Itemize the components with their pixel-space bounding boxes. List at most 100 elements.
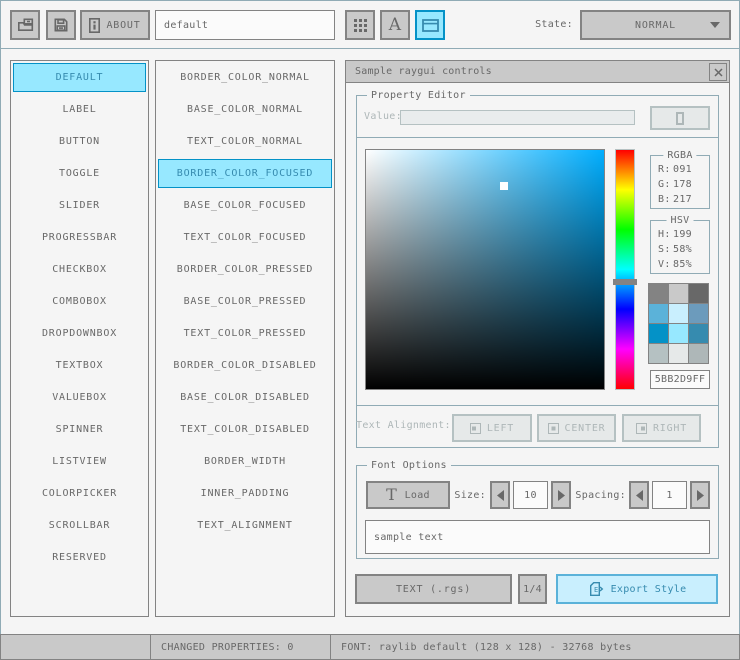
control-item-toggle[interactable]: TOGGLE — [13, 159, 146, 188]
status-changed-properties: CHANGED PROPERTIES: 0 — [151, 635, 331, 659]
state-dropdown[interactable]: NORMAL — [580, 10, 731, 40]
hue-slider[interactable] — [615, 149, 635, 390]
property-item-base_color_disabled[interactable]: BASE_COLOR_DISABLED — [158, 383, 332, 412]
property-item-text_alignment[interactable]: TEXT_ALIGNMENT — [158, 511, 332, 540]
hsv-title: HSV — [666, 214, 694, 227]
font-spacing-decrease-button[interactable] — [629, 481, 649, 509]
font-t-icon: T — [386, 485, 398, 504]
sample-text-input[interactable]: sample text — [365, 520, 710, 554]
style-color-cell-10 — [669, 344, 688, 363]
style-name-value: default — [164, 19, 209, 31]
property-item-text_color_focused[interactable]: TEXT_COLOR_FOCUSED — [158, 223, 332, 252]
control-item-combobox[interactable]: COMBOBOX — [13, 287, 146, 316]
control-item-colorpicker[interactable]: COLORPICKER — [13, 479, 146, 508]
rgba-r-row: R: 091 — [658, 164, 692, 175]
control-item-checkbox[interactable]: CHECKBOX — [13, 255, 146, 284]
folder-open-icon — [17, 17, 34, 33]
align-right-icon — [635, 422, 647, 434]
align-center-button[interactable]: CENTER — [537, 414, 616, 442]
property-item-border_color_disabled[interactable]: BORDER_COLOR_DISABLED — [158, 351, 332, 380]
value-input[interactable] — [400, 110, 635, 125]
sample-text-value: sample text — [374, 531, 444, 543]
sample-window-titlebar[interactable]: Sample raygui controls — [346, 61, 729, 83]
changed-properties-text: CHANGED PROPERTIES: 0 — [161, 641, 294, 653]
control-item-button[interactable]: BUTTON — [13, 127, 146, 156]
align-right-label: RIGHT — [652, 422, 688, 434]
rgba-groupbox: RGBA R: 091 G: 178 B: 217 — [650, 149, 710, 209]
font-spacing-value-text: 1 — [666, 489, 673, 501]
style-color-cell-7 — [669, 324, 688, 343]
align-left-icon — [469, 422, 481, 434]
property-item-border_color_pressed[interactable]: BORDER_COLOR_PRESSED — [158, 255, 332, 284]
style-color-cell-2 — [689, 284, 708, 303]
property-item-border_color_normal[interactable]: BORDER_COLOR_NORMAL — [158, 63, 332, 92]
export-style-button[interactable]: E Export Style — [556, 574, 718, 604]
property-item-base_color_normal[interactable]: BASE_COLOR_NORMAL — [158, 95, 332, 124]
toolbar-separator — [0, 48, 740, 49]
control-item-default[interactable]: DEFAULT — [13, 63, 146, 92]
style-name-input[interactable]: default — [155, 10, 335, 40]
hsv-s-row: S: 58% — [658, 244, 692, 255]
grid-mode-button[interactable] — [345, 10, 375, 40]
value-zero-button[interactable] — [650, 106, 710, 130]
font-size-label: Size: — [454, 490, 486, 501]
export-style-label: Export Style — [610, 583, 687, 595]
close-icon — [713, 67, 724, 78]
font-spacing-value[interactable]: 1 — [652, 481, 687, 509]
control-item-valuebox[interactable]: VALUEBOX — [13, 383, 146, 412]
style-color-cell-11 — [689, 344, 708, 363]
control-item-scrollbar[interactable]: SCROLLBAR — [13, 511, 146, 540]
about-button-label: ABOUT — [106, 19, 141, 31]
close-window-button[interactable] — [709, 63, 727, 81]
property-item-base_color_focused[interactable]: BASE_COLOR_FOCUSED — [158, 191, 332, 220]
format-pager-label: 1/4 — [523, 583, 542, 595]
style-color-cell-6 — [649, 324, 668, 343]
font-spacing-increase-button[interactable] — [690, 481, 710, 509]
svg-text:E: E — [594, 586, 599, 594]
arrow-left-icon — [635, 489, 643, 501]
hsv-groupbox: HSV H: 199 S: 58% V: 85% — [650, 214, 710, 274]
property-item-text_color_disabled[interactable]: TEXT_COLOR_DISABLED — [158, 415, 332, 444]
control-item-progressbar[interactable]: PROGRESSBAR — [13, 223, 146, 252]
color-selector-cursor[interactable] — [500, 182, 508, 190]
arrow-right-icon — [696, 489, 704, 501]
file-export-icon: E — [588, 581, 604, 597]
control-item-slider[interactable]: SLIDER — [13, 191, 146, 220]
hue-slider-handle[interactable] — [613, 279, 637, 285]
control-item-textbox[interactable]: TEXTBOX — [13, 351, 146, 380]
control-item-listview[interactable]: LISTVIEW — [13, 447, 146, 476]
font-mode-button[interactable]: A — [380, 10, 410, 40]
save-style-button[interactable] — [46, 10, 76, 40]
value-label: Value: — [364, 111, 402, 122]
sample-window-title: Sample raygui controls — [355, 66, 492, 77]
property-item-text_color_pressed[interactable]: TEXT_COLOR_PRESSED — [158, 319, 332, 348]
control-item-dropdownbox[interactable]: DROPDOWNBOX — [13, 319, 146, 348]
align-left-button[interactable]: LEFT — [452, 414, 532, 442]
save-icon — [53, 17, 69, 33]
align-center-label: CENTER — [564, 422, 606, 434]
format-pager-button[interactable]: 1/4 — [518, 574, 547, 604]
align-right-button[interactable]: RIGHT — [622, 414, 701, 442]
control-item-reserved[interactable]: RESERVED — [13, 543, 146, 572]
property-item-border_width[interactable]: BORDER_WIDTH — [158, 447, 332, 476]
align-left-label: LEFT — [486, 422, 515, 434]
property-editor-title: Property Editor — [367, 89, 470, 102]
hsv-h-row: H: 199 — [658, 229, 692, 240]
property-item-inner_padding[interactable]: INNER_PADDING — [158, 479, 332, 508]
font-size-decrease-button[interactable] — [490, 481, 510, 509]
font-size-value-text: 10 — [524, 489, 537, 501]
color-saturation-value-panel[interactable] — [365, 149, 605, 390]
property-item-base_color_pressed[interactable]: BASE_COLOR_PRESSED — [158, 287, 332, 316]
window-mode-button[interactable] — [415, 10, 445, 40]
about-button[interactable]: ABOUT — [80, 10, 150, 40]
hex-color-input[interactable]: 5BB2D9FF — [650, 370, 710, 389]
property-item-border_color_focused[interactable]: BORDER_COLOR_FOCUSED — [158, 159, 332, 188]
style-colors-grid — [648, 283, 709, 364]
control-item-label[interactable]: LABEL — [13, 95, 146, 124]
control-item-spinner[interactable]: SPINNER — [13, 415, 146, 444]
export-format-button[interactable]: TEXT (.rgs) — [355, 574, 512, 604]
property-item-text_color_normal[interactable]: TEXT_COLOR_NORMAL — [158, 127, 332, 156]
open-style-button[interactable] — [10, 10, 40, 40]
export-format-label: TEXT (.rgs) — [395, 583, 472, 595]
separator-line-bottom — [356, 405, 719, 406]
